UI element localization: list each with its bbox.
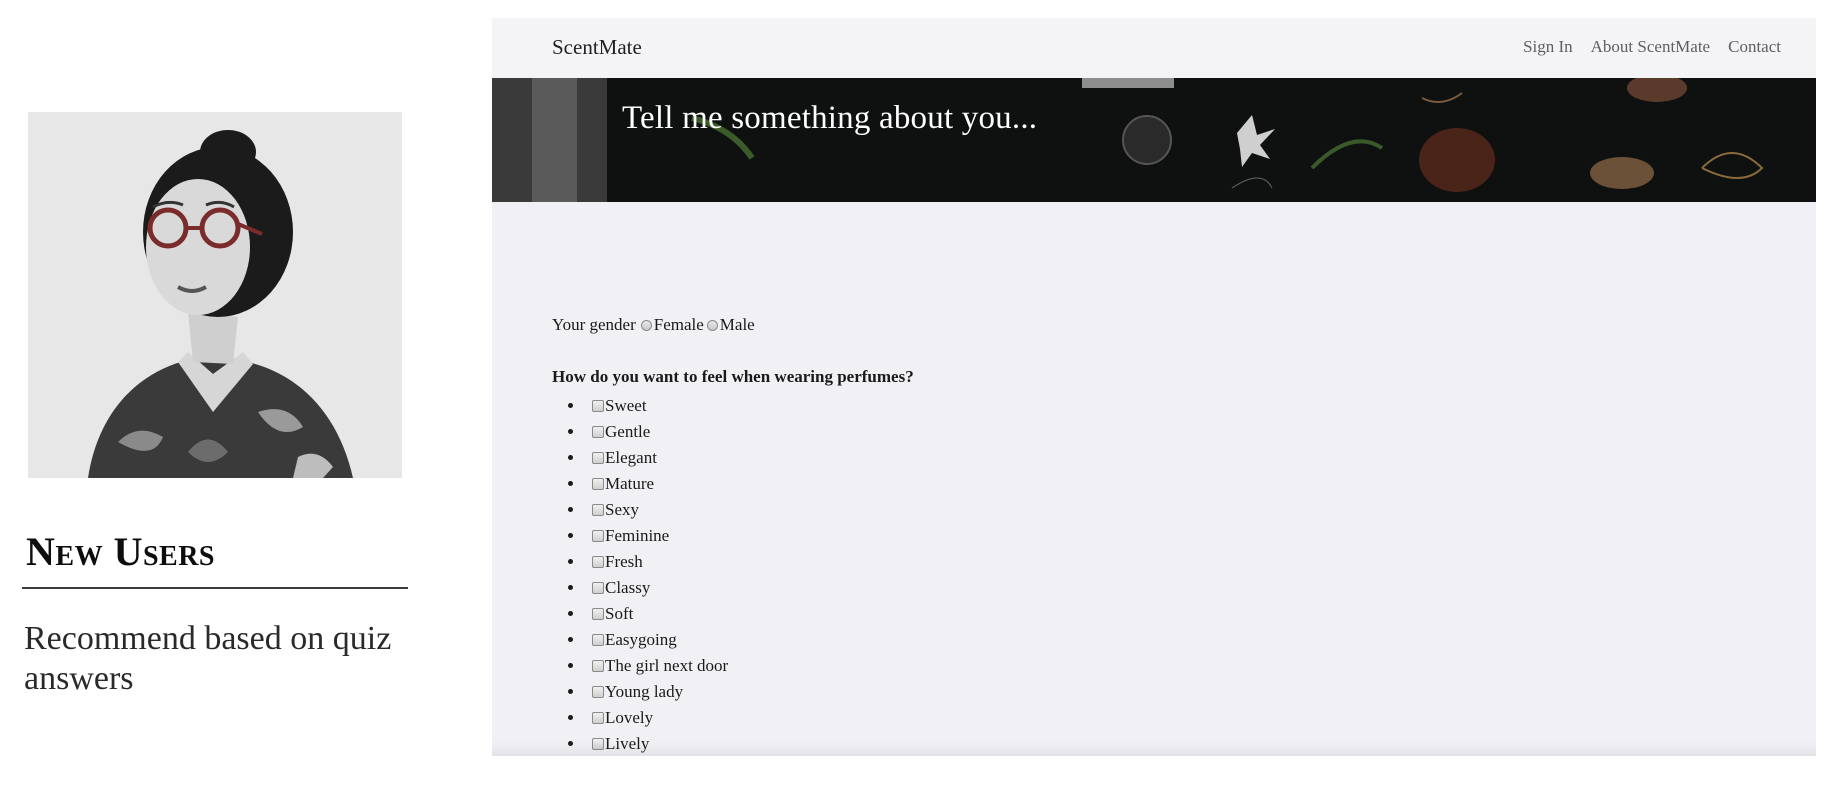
scentmate-page: ScentMate Sign In About ScentMate Contac… [492, 18, 1816, 756]
persona-divider [22, 587, 408, 589]
option-checkbox[interactable] [592, 478, 604, 490]
quiz-form: Your gender Female Male How do you want … [492, 202, 1816, 756]
option-checkbox[interactable] [592, 634, 604, 646]
female-radio[interactable] [640, 319, 652, 331]
option-checkbox[interactable] [592, 556, 604, 568]
male-label: Male [719, 315, 755, 334]
brand-logo[interactable]: ScentMate [552, 35, 642, 60]
gender-label: Your gender [552, 315, 636, 334]
list-item[interactable]: Gentle [568, 419, 1816, 445]
list-item[interactable]: The girl next door [568, 653, 1816, 679]
option-label: Elegant [605, 448, 657, 467]
feel-question: How do you want to feel when wearing per… [552, 367, 914, 386]
option-label: The girl next door [605, 656, 729, 675]
list-item[interactable]: Mature [568, 471, 1816, 497]
nav-contact[interactable]: Contact [1728, 37, 1781, 57]
option-checkbox[interactable] [592, 712, 604, 724]
gender-option-female[interactable]: Female [640, 315, 704, 335]
option-label: Sexy [605, 500, 639, 519]
option-checkbox[interactable] [592, 608, 604, 620]
persona-card: New Users Recommend based on quiz answer… [22, 112, 408, 699]
nav-sign-in[interactable]: Sign In [1523, 37, 1573, 57]
option-checkbox[interactable] [592, 582, 604, 594]
botanical-background-image [492, 78, 1816, 202]
woman-portrait-image [28, 112, 402, 478]
list-item[interactable]: Young lady [568, 679, 1816, 705]
option-label: Gentle [605, 422, 651, 441]
persona-photo [28, 112, 402, 478]
list-item[interactable]: Easygoing [568, 627, 1816, 653]
list-item[interactable]: Fresh [568, 549, 1816, 575]
option-label: Sweet [605, 396, 647, 415]
list-item[interactable]: Feminine [568, 523, 1816, 549]
navbar: ScentMate Sign In About ScentMate Contac… [492, 18, 1816, 78]
nav-about[interactable]: About ScentMate [1591, 37, 1710, 57]
option-label: Mature [605, 474, 655, 493]
option-checkbox[interactable] [592, 504, 604, 516]
option-checkbox[interactable] [592, 426, 604, 438]
gender-row: Your gender Female Male [552, 314, 1816, 336]
list-item[interactable]: Elegant [568, 445, 1816, 471]
nav-links: Sign In About ScentMate Contact [1523, 37, 1781, 57]
male-radio[interactable] [706, 319, 718, 331]
female-label: Female [653, 315, 704, 334]
list-item[interactable]: Classy [568, 575, 1816, 601]
gender-option-male[interactable]: Male [706, 315, 755, 335]
list-item[interactable]: Lovely [568, 705, 1816, 731]
list-item[interactable]: Sweet [568, 393, 1816, 419]
option-label: Soft [605, 604, 634, 623]
list-item[interactable]: Sexy [568, 497, 1816, 523]
option-label: Lovely [605, 708, 654, 727]
option-checkbox[interactable] [592, 686, 604, 698]
option-checkbox[interactable] [592, 530, 604, 542]
option-checkbox[interactable] [592, 660, 604, 672]
option-label: Young lady [605, 682, 684, 701]
persona-description: Recommend based on quiz answers [24, 620, 392, 697]
option-label: Classy [605, 578, 651, 597]
hero-banner: Tell me something about you... [492, 78, 1816, 202]
option-label: Feminine [605, 526, 670, 545]
hero-title: Tell me something about you... [622, 100, 1038, 136]
option-checkbox[interactable] [592, 400, 604, 412]
list-item[interactable]: Soft [568, 601, 1816, 627]
feel-options-list: Sweet Gentle Elegant Mature Sexy Feminin… [552, 393, 1816, 756]
option-label: Easygoing [605, 630, 677, 649]
option-checkbox[interactable] [592, 452, 604, 464]
persona-title: New Users [26, 529, 215, 574]
option-label: Fresh [605, 552, 643, 571]
page-bottom-shadow [492, 742, 1816, 756]
